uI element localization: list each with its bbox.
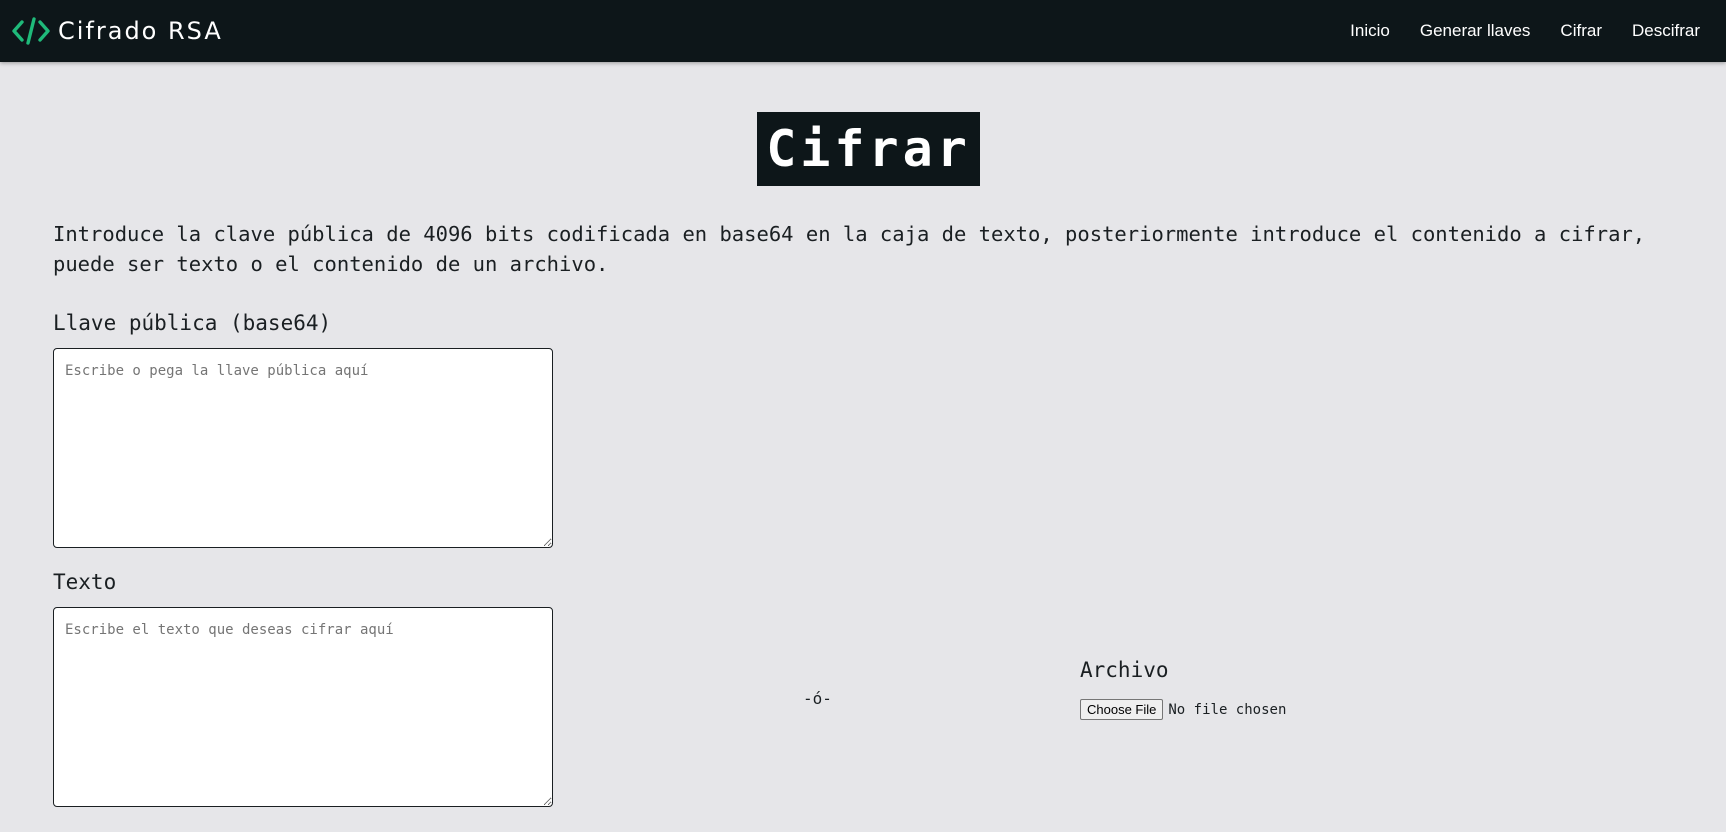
text-label: Texto	[53, 570, 117, 594]
public-key-label: Llave pública (base64)	[53, 311, 332, 335]
nav-link-inicio[interactable]: Inicio	[1350, 21, 1390, 41]
file-input: Choose File No file chosen	[1080, 699, 1286, 720]
nav-links: Inicio Generar llaves Cifrar Descifrar	[1350, 21, 1700, 41]
public-key-input[interactable]	[53, 348, 553, 548]
nav-link-generar-llaves[interactable]: Generar llaves	[1420, 21, 1531, 41]
brand[interactable]: Cifrado RSA	[12, 16, 223, 46]
file-label: Archivo	[1080, 658, 1169, 682]
file-status: No file chosen	[1168, 701, 1287, 718]
or-separator: -ó-	[803, 689, 832, 708]
brand-title: Cifrado RSA	[58, 17, 223, 45]
code-icon	[12, 17, 50, 45]
text-input[interactable]	[53, 607, 553, 807]
page-title: Cifrar	[757, 112, 980, 186]
nav-link-descifrar[interactable]: Descifrar	[1632, 21, 1700, 41]
nav-link-cifrar[interactable]: Cifrar	[1560, 21, 1602, 41]
navbar: Cifrado RSA Inicio Generar llaves Cifrar…	[0, 0, 1726, 62]
choose-file-button[interactable]: Choose File	[1080, 699, 1164, 720]
intro-text: Introduce la clave pública de 4096 bits …	[53, 222, 1646, 276]
